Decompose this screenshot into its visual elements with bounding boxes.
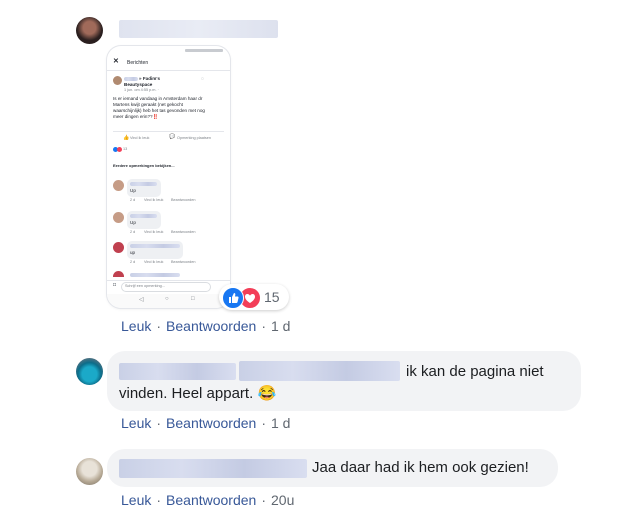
comment-actions: Leuk · Beantwoorden · 20u: [121, 492, 294, 508]
reply-name-blurred: [130, 244, 180, 248]
reply-text: Up: [130, 220, 136, 225]
post-divider: [113, 131, 224, 132]
reply-link[interactable]: Beantwoorden: [166, 318, 256, 334]
screenshot-header-title: Berichten: [127, 60, 149, 66]
reply-link[interactable]: Beantwoorden: [166, 415, 256, 431]
commenter-name-blurred[interactable]: [119, 20, 278, 38]
reactions-badge[interactable]: 15: [219, 284, 289, 310]
reply-like: Vind ik leuk: [144, 198, 164, 202]
comment-timestamp[interactable]: 1 d: [271, 415, 290, 431]
like-link[interactable]: Leuk: [121, 318, 151, 334]
android-nav-bar: ◁ ○ □: [107, 294, 230, 308]
comment-text: Jaa daar had ik hem ook gezien!: [312, 459, 529, 476]
comment-actions: Leuk · Beantwoorden · 1 d: [121, 415, 290, 431]
post-meta: 1 jun. om 4:55 p.m. ·: [124, 88, 159, 92]
reply-time: 2 d: [130, 230, 136, 234]
reply-name-blurred: [130, 214, 157, 218]
post-author-blurred: [124, 77, 138, 81]
separator-dot: ·: [156, 415, 162, 431]
input-divider: [107, 280, 230, 281]
reply-avatar: [113, 271, 124, 277]
reply-name-blurred: [130, 273, 180, 277]
reaction-count: 15: [264, 289, 280, 305]
mini-reactions-icon: [113, 147, 123, 152]
avatar[interactable]: [76, 458, 103, 485]
separator-dot: ·: [156, 318, 162, 334]
reply-text: Up: [130, 188, 136, 193]
like-link[interactable]: Leuk: [121, 492, 151, 508]
reply-like: Vind ik leuk: [144, 260, 164, 264]
like-link[interactable]: Leuk: [121, 415, 151, 431]
reply-reply: Beantwoorden: [171, 198, 196, 202]
view-more-comments: Eerdere opmerkingen bekijken...: [113, 163, 175, 168]
post-avatar: [113, 76, 122, 85]
camera-icon: ◘: [113, 282, 117, 288]
comment-timestamp[interactable]: 1 d: [271, 318, 290, 334]
avatar[interactable]: [76, 17, 103, 44]
reply-link[interactable]: Beantwoorden: [166, 492, 256, 508]
separator-dot: ·: [156, 492, 162, 508]
comment-actions: Leuk · Beantwoorden · 1 d: [121, 318, 290, 334]
comment-text: ik kan de pagina niet: [406, 363, 544, 380]
back-icon: ◁: [139, 297, 144, 303]
comment-input-placeholder: Schrijf een opmerking...: [125, 284, 165, 288]
separator-dot: ·: [261, 492, 266, 508]
reply-name-blurred: [130, 182, 157, 186]
status-bar: [107, 46, 230, 54]
post-text: Is er iemand vandaag in Amsterdam haar d…: [113, 96, 205, 119]
reply-like: Vind ik leuk: [144, 230, 164, 234]
header-divider: [107, 70, 230, 71]
home-icon: ○: [165, 296, 169, 302]
commenter-name-blurred[interactable]: [119, 363, 236, 380]
comment-bubble-icon: 💬: [169, 134, 176, 140]
reply-time: 2 d: [130, 260, 136, 264]
reply-text: up: [130, 250, 136, 255]
separator-dot: ·: [261, 318, 266, 334]
recent-apps-icon: □: [191, 296, 195, 302]
reply-reply: Beantwoorden: [171, 260, 196, 264]
commenter-name-blurred[interactable]: [119, 459, 307, 478]
tears-of-joy-emoji: 😂: [257, 385, 277, 402]
thumb-icon: 👍: [123, 135, 130, 141]
comment-timestamp[interactable]: 20u: [271, 492, 294, 508]
post-like-button: Vind ik leuk: [130, 136, 150, 140]
close-icon: ✕: [113, 58, 119, 65]
comment-text: vinden. Heel appart. 😂: [119, 383, 276, 405]
attached-screenshot[interactable]: ✕ Berichten » Fadim's Beautyspace 1 jun.…: [107, 46, 230, 308]
avatar[interactable]: [76, 358, 103, 385]
comment-text-line: vinden. Heel appart.: [119, 385, 254, 402]
separator-dot: ·: [261, 415, 266, 431]
reply-avatar: [113, 212, 124, 223]
post-reactions-count: 13: [123, 147, 128, 151]
reply-avatar: [113, 180, 124, 191]
tagged-name-blurred[interactable]: [239, 361, 400, 381]
reply-avatar: [113, 242, 124, 253]
post-comment-button: Opmerking plaatsen: [177, 136, 211, 140]
reply-reply: Beantwoorden: [171, 230, 196, 234]
like-reaction-icon: [222, 287, 244, 309]
reply-time: 2 d: [130, 198, 136, 202]
more-icon: ◌: [201, 76, 204, 82]
